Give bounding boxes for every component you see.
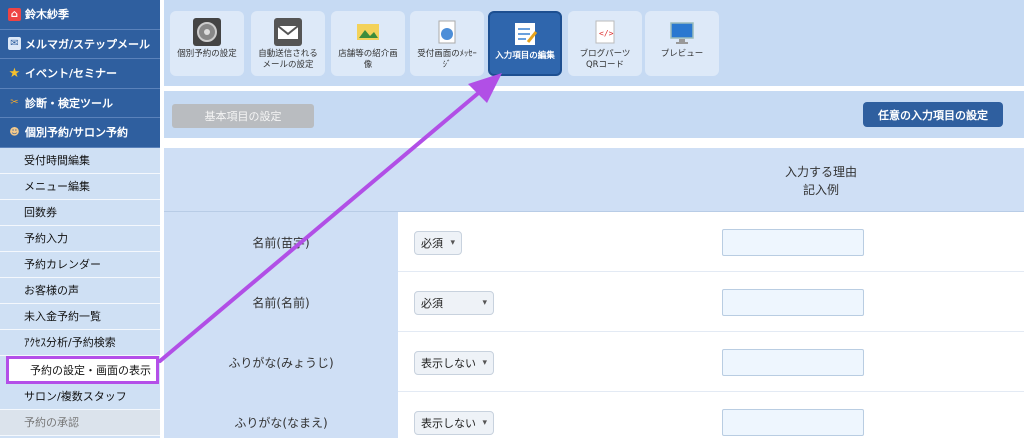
reason-header: 入力する理由 記入例: [784, 165, 857, 197]
sidebar-item-label: イベント/セミナー: [25, 67, 118, 81]
basic-fields-button[interactable]: 基本項目の設定: [172, 104, 314, 128]
select-value: 表示しない: [421, 417, 476, 430]
required-select[interactable]: 必須 ▾: [414, 291, 494, 315]
select-value: 必須: [421, 297, 443, 310]
sidebar-item-label: 鈴木紗季: [25, 8, 69, 22]
reason-input[interactable]: [722, 229, 864, 256]
select-value: 必須: [421, 237, 443, 250]
sidebar-item-label: 個別予約/サロン予約: [25, 126, 129, 140]
chevron-down-icon: ▾: [482, 298, 487, 308]
tool-label: 自動送信される メールの設定: [258, 49, 318, 70]
row-label: 名前(苗字): [164, 212, 398, 272]
table-row: 名前(名前) 必須 ▾: [164, 272, 1024, 332]
table-header: 入力する理由 記入例: [164, 148, 1024, 212]
select-value: 表示しない: [421, 357, 476, 370]
sidebar-item-diagnosis[interactable]: ✂ 診断・検定ツール: [0, 88, 160, 118]
sidebar-item-label: 診断・検定ツール: [25, 96, 113, 110]
sidebar-sub-label: メニュー編集: [24, 180, 90, 193]
chevron-down-icon: ▾: [482, 418, 487, 428]
chevron-down-icon: ▾: [450, 238, 455, 248]
sidebar-sub-label: 受付時間編集: [24, 154, 90, 167]
sidebar-sub-item[interactable]: サロン/複数スタッフ: [0, 383, 160, 410]
row-label: ふりがな(なまえ): [164, 392, 398, 438]
tool-auto-mail-settings[interactable]: 自動送信される メールの設定: [251, 11, 325, 76]
edit-form-icon: [511, 20, 539, 48]
sidebar-sub-label: 予約入力: [24, 232, 68, 245]
required-select[interactable]: 表示しない ▾: [414, 411, 494, 435]
table-row: 名前(苗字) 必須 ▾: [164, 212, 1024, 272]
document-icon: [433, 18, 461, 46]
input-fields-table: 入力する理由 記入例 名前(苗字) 必須 ▾ 名前(名前) 必須 ▾ ふりがな(みょ…: [164, 148, 1024, 438]
code-icon: </>: [591, 18, 619, 46]
tool-edit-input-fields[interactable]: 入力項目の編集: [488, 11, 562, 76]
table-row: ふりがな(なまえ) 表示しない ▾: [164, 392, 1024, 438]
sidebar-sub-label: 予約の設定・画面の表示: [30, 363, 151, 377]
sidebar-sub-label: 回数券: [24, 206, 57, 219]
row-label: ふりがな(みょうじ): [164, 332, 398, 392]
mail-icon: ✉: [8, 37, 21, 51]
tool-preview[interactable]: プレビュー: [645, 11, 719, 76]
tools-icon: ✂: [10, 97, 19, 109]
row-label: 名前(名前): [164, 272, 398, 332]
sidebar-sub-item[interactable]: ｱｸｾｽ分析/予約検索: [0, 329, 160, 356]
star-icon: ★: [8, 65, 21, 81]
settings-icon: [193, 18, 221, 46]
sidebar-sub-label: 未入金予約一覧: [24, 310, 101, 323]
sidebar-sub-label: 予約カレンダー: [24, 258, 101, 271]
required-select[interactable]: 表示しない ▾: [414, 351, 494, 375]
optional-fields-button[interactable]: 任意の入力項目の設定: [863, 102, 1003, 127]
mail-icon: [274, 18, 302, 46]
sidebar-sub-item[interactable]: メニュー編集: [0, 173, 160, 200]
monitor-icon: [668, 18, 696, 46]
sidebar-sub-item[interactable]: 予約カレンダー: [0, 251, 160, 278]
home-icon: ⌂: [8, 7, 21, 21]
settings-toolbar: 個別予約の設定 自動送信される メールの設定 店舗等の紹介画 像 受付画面のﾒｯ…: [164, 0, 1024, 86]
sidebar-sub-item[interactable]: 受付時間編集: [0, 147, 160, 174]
tool-reception-message[interactable]: 受付画面のﾒｯｾｰ ｼﾞ: [410, 11, 484, 76]
reason-input[interactable]: [722, 289, 864, 316]
sidebar-sub-item[interactable]: 回数券: [0, 199, 160, 226]
table-row: ふりがな(みょうじ) 表示しない ▾: [164, 332, 1024, 392]
sidebar-sub-item[interactable]: 未入金予約一覧: [0, 303, 160, 330]
tool-label: 個別予約の設定: [177, 49, 237, 59]
chevron-down-icon: ▾: [482, 358, 487, 368]
svg-text:</>: </>: [599, 29, 614, 38]
settings-subbar: 基本項目の設定 任意の入力項目の設定: [164, 91, 1024, 138]
tool-blog-parts-qr[interactable]: </> ブログパーツ QRコード: [568, 11, 642, 76]
sidebar: ⌂ 鈴木紗季 ✉ メルマガ/ステップメール ★ イベント/セミナー ✂ 診断・検…: [0, 0, 160, 438]
tool-label: 店舗等の紹介画 像: [338, 49, 398, 70]
tool-label: 入力項目の編集: [495, 51, 555, 61]
sidebar-sub-label: お客様の声: [24, 284, 79, 297]
sidebar-sub-label: ｱｸｾｽ分析/予約検索: [24, 336, 116, 349]
tool-reservation-settings[interactable]: 個別予約の設定: [170, 11, 244, 76]
sidebar-item-user[interactable]: ⌂ 鈴木紗季: [0, 0, 160, 30]
tool-label: プレビュー: [660, 49, 704, 59]
sidebar-item-event[interactable]: ★ イベント/セミナー: [0, 59, 160, 89]
reason-input[interactable]: [722, 349, 864, 376]
sidebar-item-reservation[interactable]: ☻ 個別予約/サロン予約: [0, 118, 160, 148]
sidebar-sub-item[interactable]: 予約入力: [0, 225, 160, 252]
sidebar-item-mailmag[interactable]: ✉ メルマガ/ステップメール: [0, 29, 160, 59]
tool-label: 受付画面のﾒｯｾｰ ｼﾞ: [417, 49, 477, 70]
reason-input[interactable]: [722, 409, 864, 436]
sidebar-sub-item[interactable]: 予約の承認: [0, 409, 160, 436]
tool-label: ブログパーツ QRコード: [579, 49, 631, 70]
sidebar-sub-item[interactable]: お客様の声: [0, 277, 160, 304]
sidebar-item-label: メルマガ/ステップメール: [25, 37, 151, 51]
image-icon: [354, 18, 382, 46]
sidebar-sub-label: サロン/複数スタッフ: [24, 390, 127, 403]
sidebar-sub-item-settings-display[interactable]: 予約の設定・画面の表示: [6, 355, 159, 384]
required-select[interactable]: 必須 ▾: [414, 231, 462, 255]
person-icon: ☻: [9, 126, 20, 138]
sidebar-sub-label: 予約の承認: [24, 416, 79, 429]
tool-shop-images[interactable]: 店舗等の紹介画 像: [331, 11, 405, 76]
